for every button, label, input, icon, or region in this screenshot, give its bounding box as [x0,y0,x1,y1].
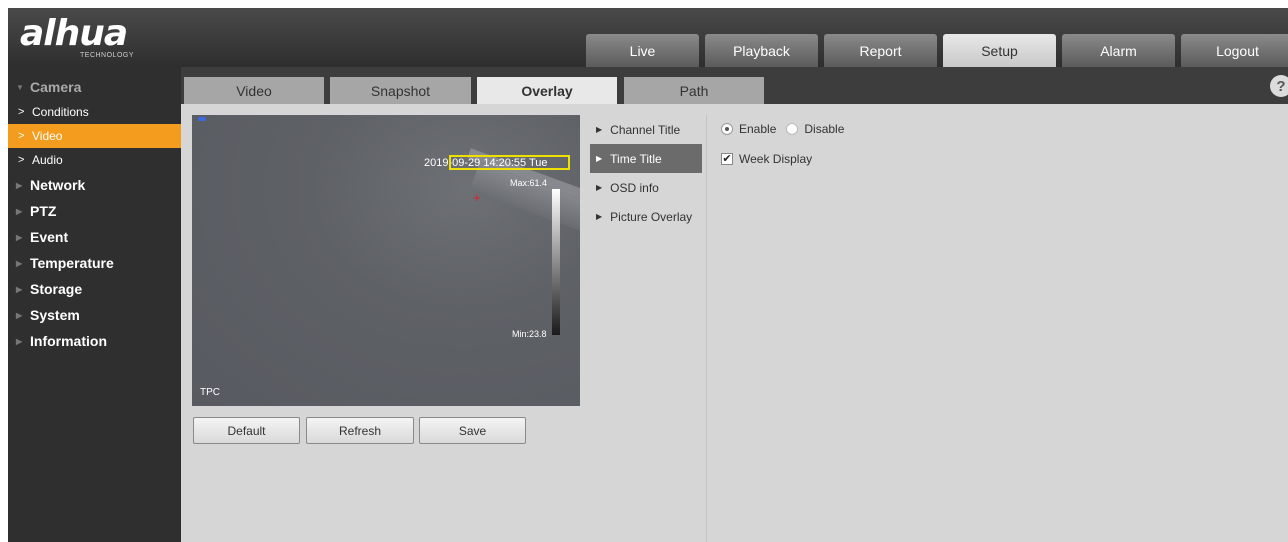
brand-logo: alhua TECHNOLOGY [20,16,170,60]
sidebar-item-label: Temperature [30,255,114,271]
caret-right-icon: ▶ [16,284,23,294]
topnav-playback[interactable]: Playback [705,34,818,67]
sidebar-item-information[interactable]: ▶ Information [8,328,181,354]
min-temp-label: Min:23.8 [512,329,547,339]
sidebar-item-network[interactable]: ▶ Network [8,172,181,198]
save-button[interactable]: Save [419,417,526,444]
time-title-settings: Enable Disable ✔ Week Display [721,121,844,167]
sidebar-subitem-video[interactable]: > Video [8,124,181,148]
sidebar-subitem-label: Video [32,129,63,143]
sidebar-item-label: System [30,307,80,323]
sidebar-item-label: Storage [30,281,83,297]
caret-right-icon: ▶ [16,310,23,320]
sidebar: ▼ Camera > Conditions > Video > Audio ▶ … [8,67,181,542]
overlay-type-list: ▶ Channel Title ▶ Time Title ▶ OSD info … [590,115,702,542]
sidebar-item-label: Event [30,229,69,245]
disable-label: Disable [804,122,845,136]
sidebar-subitem-label: Audio [32,153,63,167]
topnav-setup[interactable]: Setup [943,34,1056,67]
top-navigation: Live Playback Report Setup Alarm Logout [586,34,1288,67]
topnav-logout[interactable]: Logout [1181,34,1288,67]
time-title-selection-box[interactable] [449,155,570,170]
video-preview[interactable]: + 2019-09-29 14:20:55 Tue Max:61.4 Min:2… [192,115,580,406]
caret-right-icon: ▶ [596,125,603,134]
sidebar-item-label: PTZ [30,203,57,219]
sidebar-item-temperature[interactable]: ▶ Temperature [8,250,181,276]
help-icon[interactable]: ? [1270,75,1288,97]
overlay-type-label: OSD info [610,180,659,195]
week-display-checkbox[interactable]: ✔ [721,153,733,165]
sidebar-item-camera[interactable]: ▼ Camera [8,74,181,100]
tab-video[interactable]: Video [184,77,324,104]
refresh-button[interactable]: Refresh [306,417,414,444]
region-marker [198,117,206,121]
overlay-type-osd-info[interactable]: ▶ OSD info [590,173,702,202]
sidebar-subitem-audio[interactable]: > Audio [8,148,181,172]
tab-path[interactable]: Path [624,77,764,104]
tab-snapshot[interactable]: Snapshot [330,77,471,104]
max-temp-label: Max:61.4 [510,178,548,188]
caret-right-icon: ▶ [596,154,603,163]
week-display-row: ✔ Week Display [721,151,844,167]
sidebar-subitem-conditions[interactable]: > Conditions [8,100,181,124]
overlay-type-label: Time Title [610,151,662,166]
brand-name: alhua [20,13,128,54]
overlay-type-label: Picture Overlay [610,209,693,224]
caret-right-icon: ▶ [16,258,23,268]
chevron-right-icon: > [18,106,25,118]
tab-overlay[interactable]: Overlay [477,77,617,104]
subtab-bar: Video Snapshot Overlay Path ? [181,67,1288,104]
chevron-right-icon: > [18,154,25,166]
caret-right-icon: ▶ [16,336,23,346]
sidebar-item-storage[interactable]: ▶ Storage [8,276,181,302]
topnav-report[interactable]: Report [824,34,937,67]
default-button[interactable]: Default [193,417,300,444]
temperature-scale-bar [552,189,560,335]
chevron-right-icon: > [18,130,25,142]
caret-right-icon: ▶ [16,180,23,190]
overlay-type-time-title[interactable]: ▶ Time Title [590,144,702,173]
channel-title-osd: TPC [200,387,220,398]
caret-right-icon: ▶ [596,212,603,221]
brand-tagline: TECHNOLOGY [80,52,135,59]
sidebar-item-ptz[interactable]: ▶ PTZ [8,198,181,224]
caret-right-icon: ▶ [596,183,603,192]
header-bar: alhua TECHNOLOGY Live Playback Report Se… [8,8,1288,67]
topnav-alarm[interactable]: Alarm [1062,34,1175,67]
overlay-type-label: Channel Title [610,122,681,137]
crosshair-icon: + [473,190,481,205]
enable-radio[interactable] [721,123,733,135]
sidebar-item-event[interactable]: ▶ Event [8,224,181,250]
app-window: alhua TECHNOLOGY Live Playback Report Se… [8,8,1288,542]
overlay-type-picture-overlay[interactable]: ▶ Picture Overlay [590,202,702,231]
disable-radio[interactable] [786,123,799,135]
caret-right-icon: ▶ [16,232,23,242]
overlay-type-channel-title[interactable]: ▶ Channel Title [590,115,702,144]
sidebar-subitem-label: Conditions [32,105,89,119]
enable-label: Enable [739,122,777,136]
sidebar-item-label: Camera [30,79,82,95]
topnav-live[interactable]: Live [586,34,699,67]
week-display-label: Week Display [739,152,813,166]
panel-divider [706,115,707,542]
sidebar-item-label: Network [30,177,86,193]
caret-right-icon: ▶ [16,206,23,216]
sidebar-item-system[interactable]: ▶ System [8,302,181,328]
enable-radio-group: Enable Disable [721,121,844,137]
sidebar-item-label: Information [30,333,107,349]
caret-down-icon: ▼ [16,82,24,92]
